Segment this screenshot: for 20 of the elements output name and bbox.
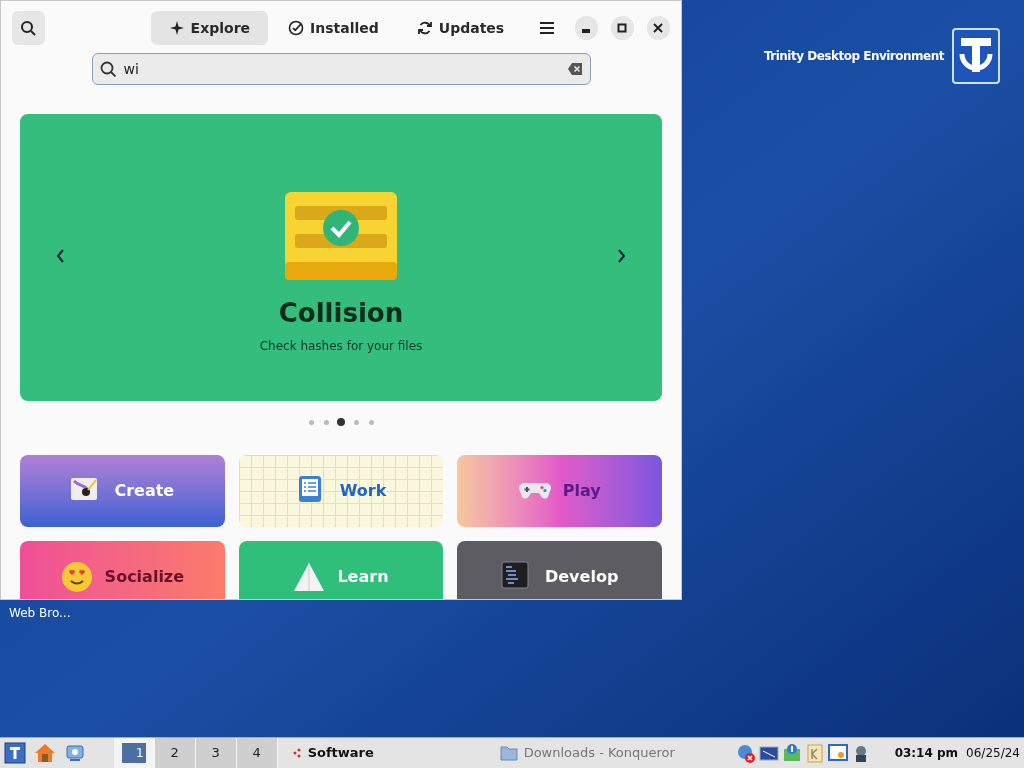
clock-date: 06/25/24 (966, 745, 1020, 762)
app-subtitle: Check hashes for your files (259, 338, 423, 355)
category-button[interactable]: Socialize (20, 541, 225, 599)
desktop-button[interactable]: 4 (236, 738, 278, 768)
tab[interactable]: Explore (150, 11, 269, 45)
tab[interactable]: Updates (398, 11, 523, 45)
clock-time: 03:14 pm (894, 745, 959, 762)
app-title: Collision (278, 297, 404, 330)
taskbar-button[interactable]: Downloads - Konqueror (485, 738, 736, 768)
search-field[interactable]: wi (91, 53, 591, 85)
icon-label: Web Bro... (9, 606, 71, 621)
category-button[interactable]: Work (238, 455, 444, 527)
taskbar-button[interactable]: Software (277, 738, 486, 768)
tab[interactable]: Installed (270, 11, 397, 45)
desktop-button[interactable]: 3 (195, 738, 237, 768)
category-button[interactable]: Develop (457, 541, 662, 599)
category-button[interactable]: Create (20, 455, 225, 527)
logo-text: Trinity Desktop Environment (763, 48, 944, 65)
desktop-button[interactable]: 2 (154, 738, 196, 768)
desktop-button[interactable]: 1 (113, 738, 155, 768)
